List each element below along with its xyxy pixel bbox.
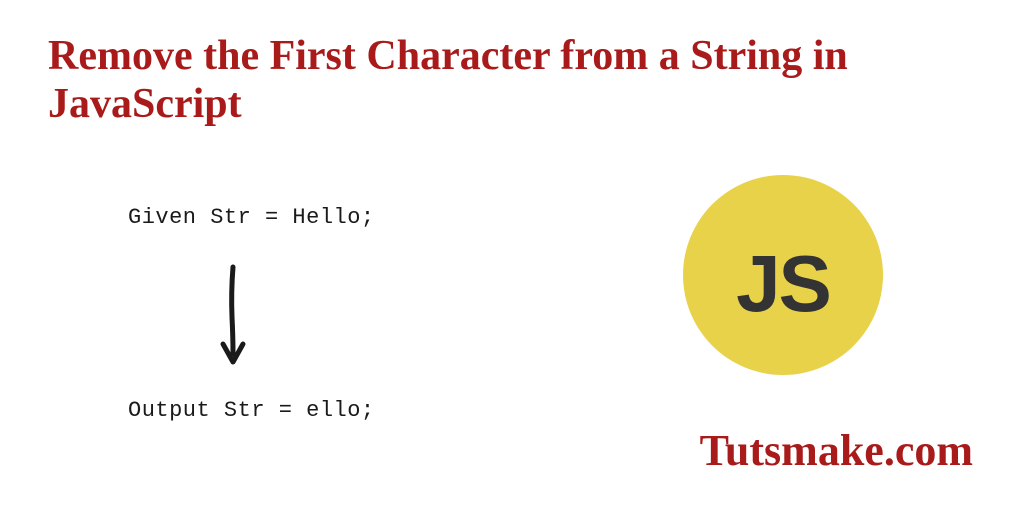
js-logo-text: JS [736, 238, 830, 330]
js-logo: JS [683, 175, 883, 375]
site-name: Tutsmake.com [700, 425, 973, 476]
output-string-text: Output Str = ello; [128, 398, 375, 423]
given-string-text: Given Str = Hello; [128, 205, 375, 230]
arrow-down-icon [218, 262, 248, 377]
page-title: Remove the First Character from a String… [48, 32, 973, 129]
